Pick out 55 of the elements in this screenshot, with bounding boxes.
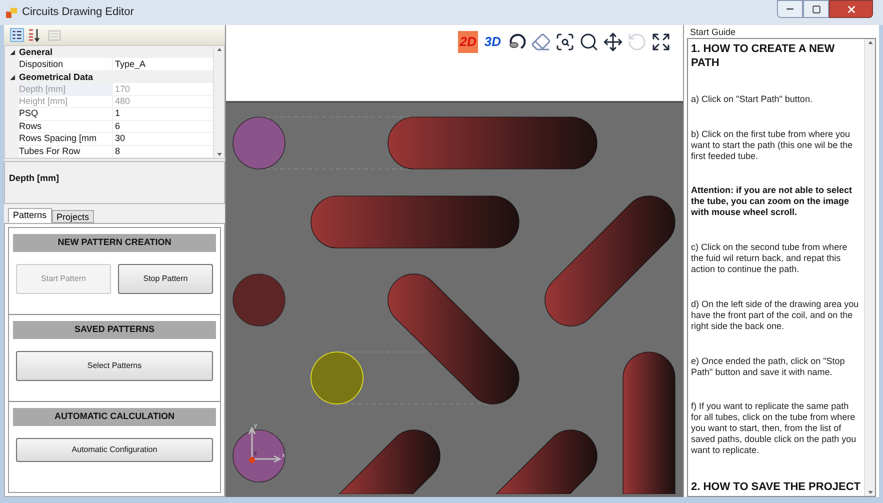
property-name[interactable]: Rows Spacing [mm [19,133,113,145]
property-value[interactable]: 30 [113,133,213,145]
property-name[interactable]: Tubes For Row [19,146,113,158]
guide-scrollbar[interactable] [864,39,875,496]
property-value[interactable]: Type_A [113,58,213,70]
scroll-down-icon[interactable] [868,491,872,494]
circle-marker [232,116,286,170]
categorized-view-icon[interactable] [10,28,24,42]
window-title: Circuits Drawing Editor [22,5,134,20]
scroll-down-icon[interactable] [216,153,222,156]
circle-marker [310,352,364,404]
guide-paragraph: a) Click on "Start Path" button. [691,94,814,105]
category-label[interactable]: General [19,48,53,57]
scroll-up-icon[interactable] [216,48,222,51]
section-header: NEW PATTERN CREATION [13,234,216,252]
fullscreen-icon[interactable] [651,32,671,52]
close-button[interactable] [829,0,873,18]
action-button[interactable]: Select Patterns [16,351,213,381]
guide-paragraph: c) Click on the second tube from where the fuid wil return back, and repat this action to continue the path. [691,242,848,275]
property-value[interactable]: 1 [113,108,213,120]
tab[interactable]: Patterns [8,208,52,223]
sort-icon[interactable] [27,28,41,42]
tab[interactable]: Projects [52,210,94,223]
property-name[interactable]: PSQ [19,108,113,120]
circle-marker [232,274,286,326]
guide-paragraph: b) Click on the first tube from where you want to start the path (this one wil be the first feeded tube. [691,128,854,162]
move-icon[interactable] [603,32,623,52]
property-scrollbar[interactable] [213,46,224,158]
app-icon [6,7,17,18]
guide-heading: 1. HOW TO CREATE A NEW PATH [691,42,836,70]
maximize-icon [812,4,820,14]
collapse-icon[interactable] [10,50,14,55]
maximize-button[interactable] [803,0,829,18]
circle-marker [232,430,286,482]
description-title: Depth [mm] [9,173,59,183]
section-header: AUTOMATIC CALCULATION [13,408,216,426]
guide-title: Start Guide [689,26,737,38]
guide-paragraph: f) If you want to replicate the same path for all tubes, click on the tube from where you want to start, then, from the list of saved paths, double click on the path you want to replicate. [691,401,858,456]
guide-paragraph: Attention: if you are not able to select the tube, you can zoom on the image with mouse wheel scroll. [691,185,854,218]
action-button[interactable]: Stop Pattern [118,264,213,294]
collapse-icon[interactable] [10,74,14,80]
property-name[interactable]: Disposition [19,58,113,70]
view-mode-button[interactable]: 3D [482,31,503,53]
close-icon [846,4,856,14]
action-button[interactable]: Automatic Configuration [16,438,213,462]
property-value[interactable]: 8 [113,146,213,158]
search-icon[interactable] [579,32,599,52]
scroll-up-icon[interactable] [868,41,872,44]
property-value[interactable]: 6 [113,120,213,132]
guide-paragraph: d) On the left side of the drawing area you have the front part of the coil, and on the right side the back one. [691,298,860,332]
property-name[interactable]: Rows [19,120,113,132]
guide-paragraph: e) Once ended the path, click on "Stop Path" button and save it with name. [691,356,846,378]
zoom-window-icon[interactable] [555,32,575,52]
guide-heading: 2. HOW TO SAVE THE PROJECT [691,480,861,494]
section-header: SAVED PATTERNS [13,321,216,339]
